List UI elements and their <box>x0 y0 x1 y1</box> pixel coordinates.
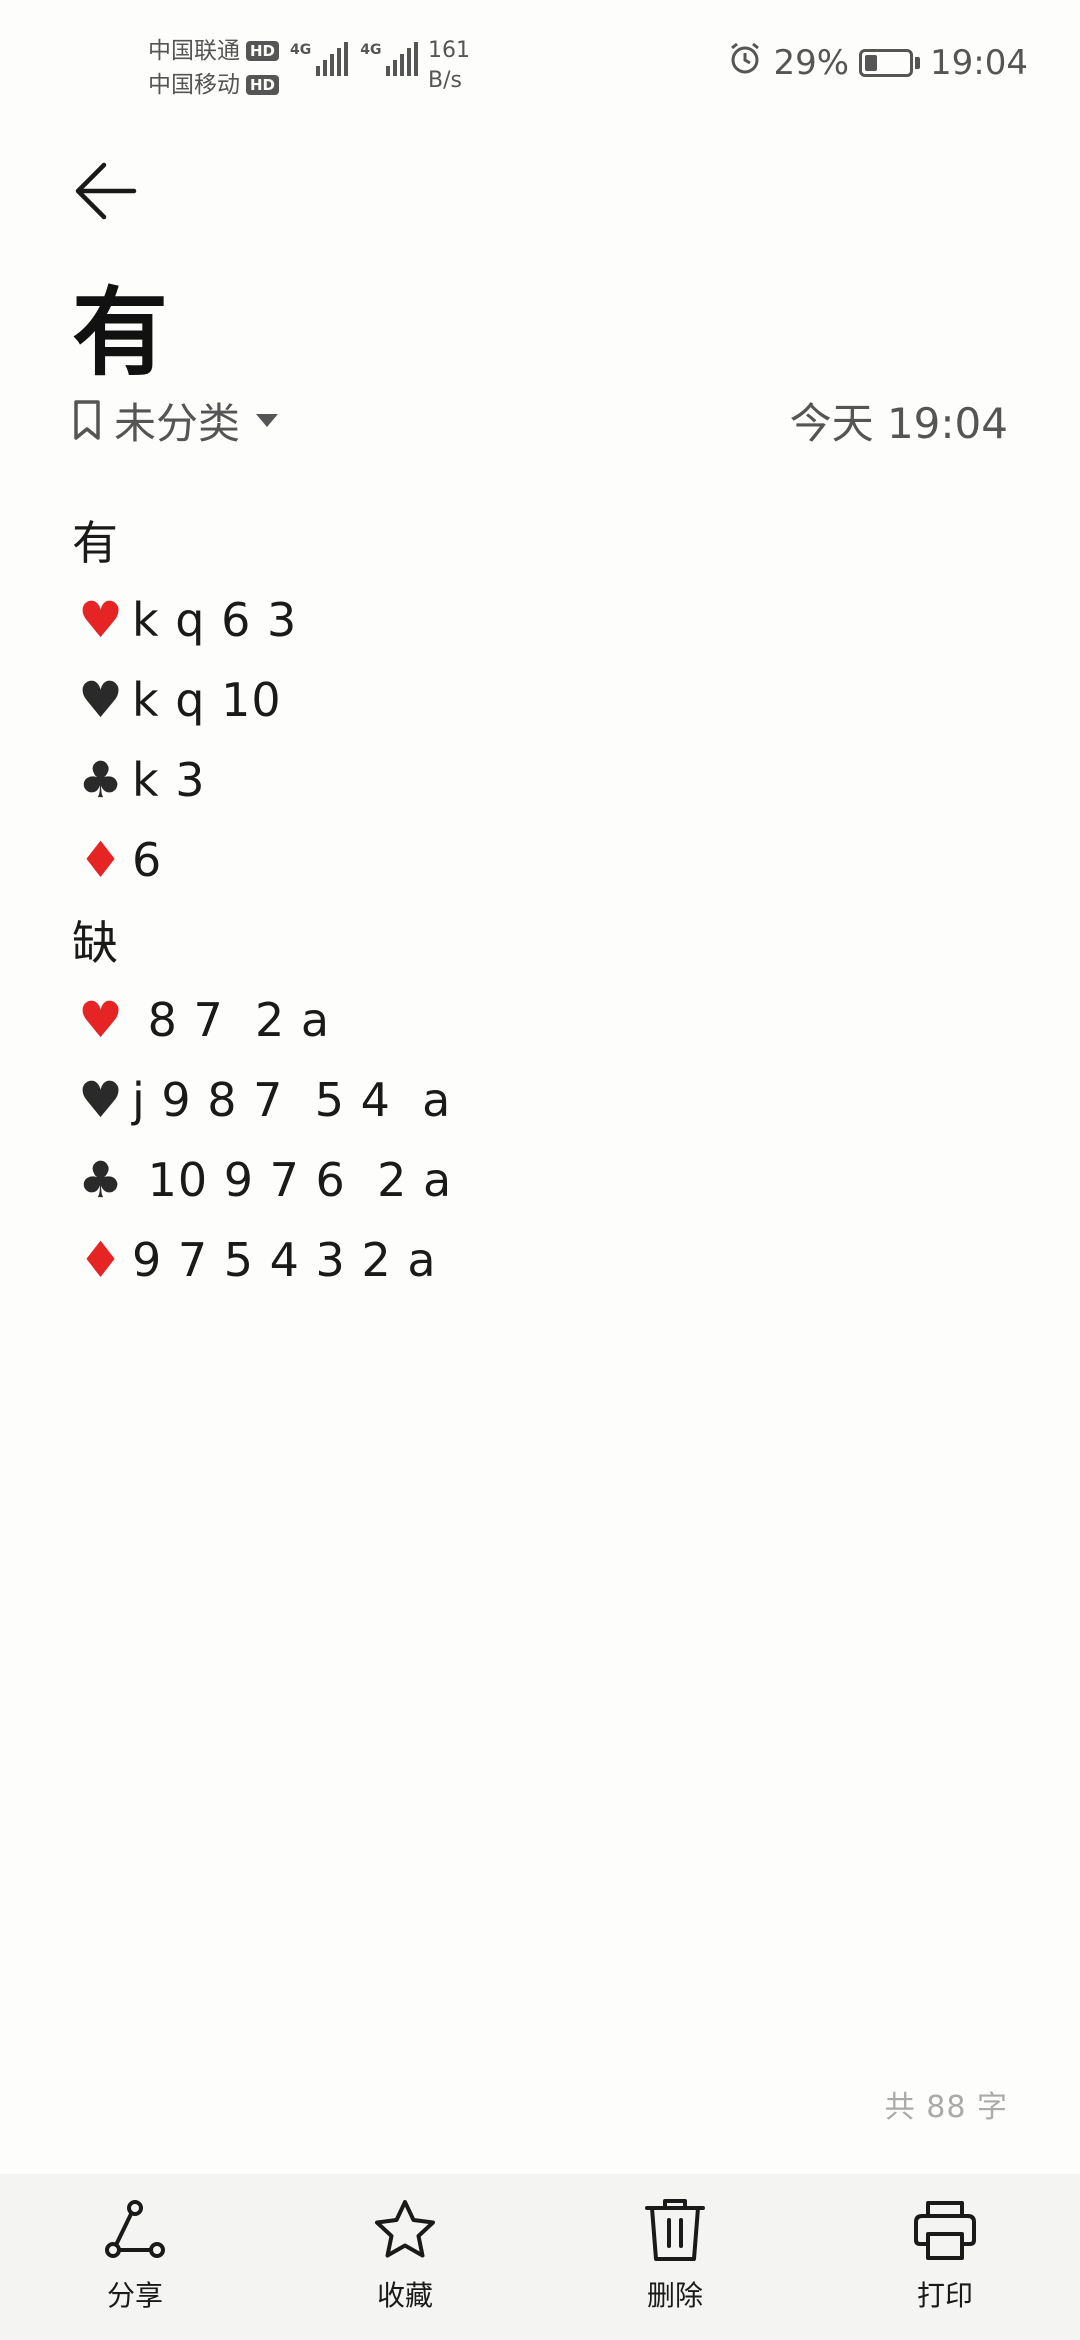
hd-badge: HD <box>246 75 280 95</box>
note-line: ♦ 9 7 5 4 3 2 a <box>72 1220 1008 1300</box>
note-content[interactable]: 有 ♥ k q 6 3 ♥ k q 10 ♣ k 3 ♦ 6 缺 ♥ 8 7 2 a ♥ j 9 8 7… <box>72 500 1008 1300</box>
note-line: ♦ 6 <box>72 820 1008 900</box>
category-selector[interactable]: 未分类 <box>72 390 279 451</box>
note-line: ♥ k q 10 <box>72 660 1008 740</box>
note-line-text: j 9 8 7 5 4 a <box>132 1073 452 1127</box>
note-line-text: k q 10 <box>132 673 282 727</box>
delete-label: 删除 <box>646 2279 703 2312</box>
note-line: 缺 <box>72 900 1008 980</box>
print-label: 打印 <box>916 2279 973 2312</box>
suit-symbol: ♥ <box>78 671 124 729</box>
suit-symbol: ♦ <box>78 1231 124 1289</box>
note-line-text: 有 <box>72 516 119 570</box>
note-title[interactable]: 有 <box>72 278 168 388</box>
note-line: ♥ 8 7 2 a <box>72 980 1008 1060</box>
suit-symbol: ♥ <box>78 1071 124 1129</box>
suit-symbol: ♦ <box>78 831 124 889</box>
print-button[interactable]: 打印 <box>810 2174 1080 2340</box>
favorite-label: 收藏 <box>376 2279 433 2312</box>
network-speed: 161 B/s <box>428 36 470 96</box>
carrier-name-1: 中国联通 <box>148 38 240 64</box>
note-line: ♥ j 9 8 7 5 4 a <box>72 1060 1008 1140</box>
note-detail-screen: 中国联通 HD 中国移动 HD 4G 4G 161 B/s 29% 19:04 … <box>0 0 1080 2340</box>
note-meta-row: 未分类 今天 19:04 <box>72 392 1008 448</box>
printer-icon <box>911 2196 979 2264</box>
bottom-toolbar: 分享 收藏 删除 打印 <box>0 2174 1080 2340</box>
share-label: 分享 <box>106 2279 163 2312</box>
share-button[interactable]: 分享 <box>0 2174 270 2340</box>
note-line: ♥ k q 6 3 <box>72 580 1008 660</box>
signal-indicators: 4G 4G <box>290 42 419 76</box>
chevron-down-icon <box>256 413 279 427</box>
signal-strength-icon: 4G <box>290 42 349 76</box>
category-label: 未分类 <box>114 398 241 448</box>
status-time: 19:04 <box>930 42 1028 83</box>
note-line-text: 10 9 7 6 2 a <box>132 1153 453 1207</box>
bookmark-icon <box>74 400 100 440</box>
network-speed-value: 161 <box>428 38 470 63</box>
trash-icon <box>641 2196 709 2264</box>
battery-percentage: 29% <box>773 42 850 83</box>
suit-symbol: ♥ <box>78 991 124 1049</box>
note-line-text: 9 7 5 4 3 2 a <box>132 1233 437 1287</box>
suit-symbol: ♣ <box>78 1151 124 1209</box>
word-count: 共 88 字 <box>884 2090 1008 2125</box>
alarm-icon <box>727 40 763 85</box>
carrier-name-2: 中国移动 <box>148 72 240 98</box>
favorite-button[interactable]: 收藏 <box>270 2174 540 2340</box>
network-type-label: 4G <box>360 42 382 58</box>
suit-symbol: ♣ <box>78 751 124 809</box>
back-button[interactable] <box>68 158 144 224</box>
carrier-info: 中国联通 HD 中国移动 HD <box>148 34 280 102</box>
suit-symbol: ♥ <box>78 591 124 649</box>
note-timestamp: 今天 19:04 <box>789 398 1008 448</box>
note-line-text: 8 7 2 a <box>132 993 331 1047</box>
network-speed-unit: B/s <box>428 68 462 93</box>
note-line-text: k q 6 3 <box>132 593 298 647</box>
status-right-group: 29% 19:04 <box>727 40 1028 85</box>
note-line: 有 <box>72 500 1008 580</box>
star-icon <box>371 2196 439 2264</box>
arrow-left-icon <box>75 162 137 220</box>
note-line: ♣ 10 9 7 6 2 a <box>72 1140 1008 1220</box>
battery-icon <box>859 48 921 77</box>
signal-strength-icon: 4G <box>360 42 419 76</box>
note-line: ♣ k 3 <box>72 740 1008 820</box>
hd-badge: HD <box>246 41 280 61</box>
note-line-text: 6 <box>132 833 163 887</box>
note-line-text: 缺 <box>72 916 119 970</box>
note-line-text: k 3 <box>132 753 206 807</box>
network-type-label: 4G <box>290 42 312 58</box>
status-bar: 中国联通 HD 中国移动 HD 4G 4G 161 B/s 29% 19:04 <box>0 0 1080 130</box>
share-icon <box>101 2196 169 2264</box>
delete-button[interactable]: 删除 <box>540 2174 810 2340</box>
